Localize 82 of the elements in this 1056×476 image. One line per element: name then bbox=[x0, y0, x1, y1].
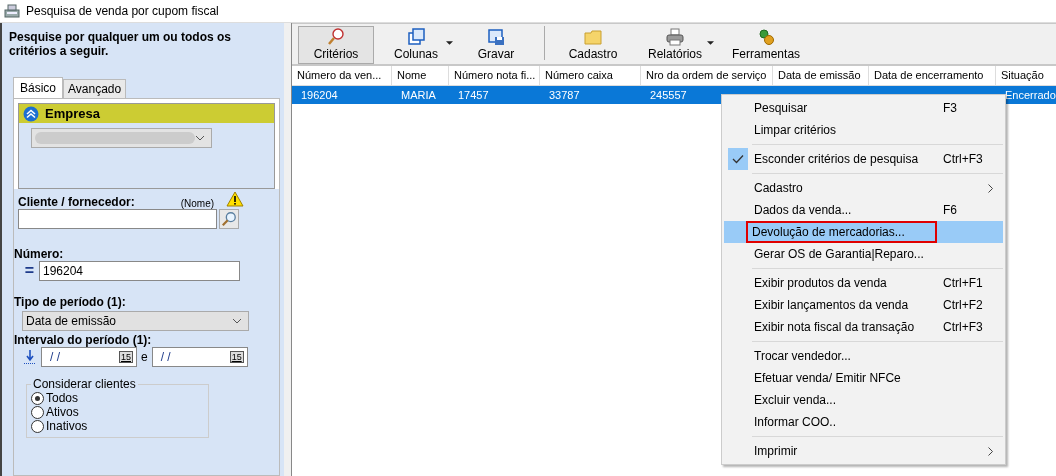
field-hint: (Nome) bbox=[180, 198, 215, 209]
menu-item[interactable]: Cadastro bbox=[724, 177, 1003, 199]
menu-item[interactable]: Exibir lançamentos da venda Ctrl+F2 bbox=[724, 294, 1003, 316]
collapse-icon[interactable] bbox=[23, 105, 39, 122]
column-header[interactable]: Número caixa bbox=[540, 66, 641, 85]
splitter-bar[interactable] bbox=[284, 23, 292, 476]
shortcut-label: Ctrl+F3 bbox=[943, 152, 984, 166]
toolbar-button[interactable]: Gravar bbox=[458, 26, 534, 64]
column-header[interactable]: Nro da ordem de serviço bbox=[641, 66, 773, 85]
date-field[interactable]: / / 15 bbox=[41, 347, 137, 367]
range-joiner: e bbox=[140, 350, 149, 364]
table-cell-text: Encerrado bbox=[1004, 88, 1056, 103]
radio-circle[interactable] bbox=[31, 391, 44, 405]
menu-item[interactable]: Exibir nota fiscal da transação Ctrl+F3 bbox=[724, 316, 1003, 338]
floppy-window-icon bbox=[486, 27, 506, 47]
table-cell-text: 33787 bbox=[548, 88, 581, 103]
toolbar-button[interactable]: Critérios bbox=[298, 26, 374, 64]
shortcut-label: Ctrl+F3 bbox=[943, 320, 984, 334]
group-legend: Considerar clientes bbox=[31, 377, 138, 391]
shortcut-label: F3 bbox=[943, 101, 958, 115]
table-cell-text: 17457 bbox=[457, 88, 490, 103]
tab[interactable]: Básico bbox=[13, 77, 64, 98]
search-button[interactable] bbox=[219, 209, 239, 229]
menu-item[interactable]: Excluir venda... bbox=[724, 389, 1003, 411]
menu-item[interactable]: Informar COO.. bbox=[724, 411, 1003, 433]
calendar-icon[interactable]: 15 bbox=[119, 351, 133, 363]
folder-icon bbox=[583, 27, 603, 47]
menu-item[interactable]: Esconder critérios de pesquisa Ctrl+F3 bbox=[724, 148, 1003, 170]
toolbar-button[interactable]: Cadastro bbox=[555, 26, 631, 64]
radio-option[interactable]: Inativos bbox=[31, 419, 202, 433]
magnifier-icon bbox=[326, 27, 346, 47]
tab[interactable]: Avançado bbox=[63, 79, 127, 98]
shortcut-label: Ctrl+F1 bbox=[943, 276, 984, 290]
table-cell-text: MARIA bbox=[400, 88, 437, 103]
calendar-icon[interactable]: 15 bbox=[229, 351, 244, 363]
radio-circle[interactable] bbox=[31, 419, 44, 433]
column-header[interactable]: Situação bbox=[996, 66, 1056, 85]
table-cell-text: 196204 bbox=[300, 88, 339, 103]
toolbar-button[interactable]: Ferramentas bbox=[719, 26, 814, 64]
shortcut-label: F6 bbox=[943, 203, 958, 217]
period-type-dropdown[interactable]: Data de emissão bbox=[22, 311, 249, 331]
section-header[interactable]: Empresa bbox=[19, 104, 274, 123]
caret-icon bbox=[195, 135, 205, 141]
column-header[interactable]: Data de encerramento bbox=[869, 66, 996, 85]
warning-icon bbox=[226, 191, 245, 207]
field-label: Intervalo do período (1): bbox=[14, 333, 153, 347]
number-input[interactable]: 196204 bbox=[39, 261, 240, 281]
menu-item[interactable]: Imprimir bbox=[724, 440, 1003, 462]
windows-icon bbox=[406, 27, 426, 47]
operator-label: = bbox=[23, 262, 35, 280]
table-cell-text: 245557 bbox=[649, 88, 688, 103]
cash-register-icon bbox=[4, 4, 20, 18]
gears-icon bbox=[756, 27, 777, 47]
shortcut-label: Ctrl+F2 bbox=[943, 298, 984, 312]
printer-icon bbox=[665, 27, 685, 47]
column-header[interactable]: Nome bbox=[392, 66, 449, 85]
menu-item[interactable]: Dados da venda... F6 bbox=[724, 199, 1003, 221]
down-arrow-icon[interactable] bbox=[24, 349, 36, 365]
client-input[interactable] bbox=[18, 209, 217, 229]
menu-item[interactable]: Efetuar venda/ Emitir NFCe bbox=[724, 367, 1003, 389]
caret-icon bbox=[232, 318, 242, 324]
menu-item[interactable]: Trocar vendedor... bbox=[724, 345, 1003, 367]
column-header[interactable]: Número da ven... bbox=[292, 66, 392, 85]
window-title: Pesquisa de venda por cupom fiscal bbox=[26, 4, 219, 18]
radio-option[interactable]: Ativos bbox=[31, 405, 202, 419]
menu-item[interactable]: Gerar OS de Garantia|Reparo... bbox=[724, 243, 1003, 265]
radio-circle[interactable] bbox=[31, 405, 44, 419]
menu-item[interactable]: Devolução de mercadorias... bbox=[724, 221, 1003, 243]
toolbar-button[interactable]: Relatórios bbox=[635, 26, 716, 64]
field-label: Número: bbox=[14, 247, 65, 261]
criteria-heading: Pesquise por qualquer um ou todos os critérios a seguir. bbox=[8, 29, 233, 58]
menu-item[interactable]: Limpar critérios bbox=[724, 119, 1003, 141]
dropdown-caret-icon[interactable] bbox=[446, 41, 453, 45]
column-header[interactable]: Data de emissão bbox=[773, 66, 869, 85]
toolbar-button[interactable]: Colunas bbox=[378, 26, 454, 64]
column-header[interactable]: Número nota fi... bbox=[449, 66, 540, 85]
radio-option[interactable]: Todos bbox=[31, 391, 202, 405]
date-field[interactable]: / / 15 bbox=[151, 347, 248, 367]
menu-item[interactable]: Exibir produtos da venda Ctrl+F1 bbox=[724, 272, 1003, 294]
field-label: Cliente / fornecedor: bbox=[18, 195, 135, 209]
field-label: Tipo de período (1): bbox=[14, 295, 127, 309]
dropdown-caret-icon[interactable] bbox=[707, 41, 715, 45]
